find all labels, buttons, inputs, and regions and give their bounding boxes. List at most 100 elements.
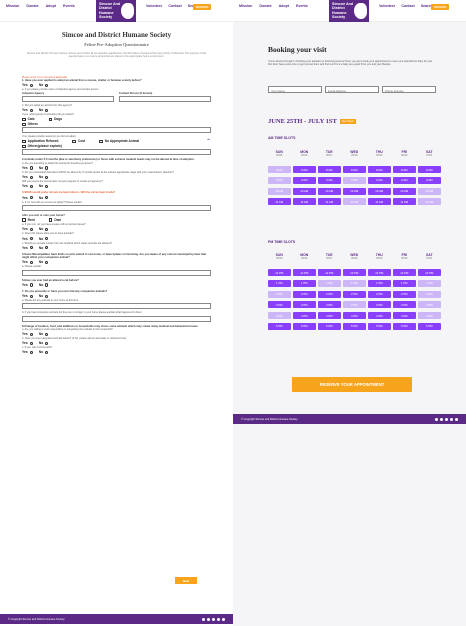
nav-link[interactable]: Adopt [46,4,56,8]
instagram-icon[interactable] [212,617,215,621]
time-slot[interactable]: 10 AM [318,187,341,195]
no-radio[interactable] [45,350,49,355]
no-radio[interactable] [45,175,49,179]
time-slot[interactable]: 3 PM [293,301,316,309]
time-slot[interactable]: 12 PM [293,269,316,276]
no-radio[interactable] [45,341,49,345]
dogs-checkbox[interactable] [48,117,53,122]
no-radio[interactable] [45,283,49,287]
email-input[interactable]: Email Address [325,86,379,93]
facebook-icon[interactable] [435,417,438,421]
time-slot[interactable]: 12 PM [343,269,366,276]
facebook-icon[interactable] [202,617,205,621]
email-icon[interactable] [455,417,458,421]
time-slot[interactable]: 8 AM [318,166,341,173]
time-slot[interactable]: 3 PM [368,301,391,309]
cats-checkbox[interactable] [22,117,26,122]
animals-list-input[interactable] [22,303,211,310]
time-slot[interactable]: 3 PM [393,301,416,309]
nav-link[interactable]: Mission [6,4,19,8]
time-slot[interactable]: 9 AM [318,176,341,184]
time-slot[interactable]: 10 AM [293,187,316,195]
logo[interactable]: Simcoe And District Humane Society [329,0,369,22]
nav-link[interactable]: Donate [26,4,38,8]
yes-radio[interactable] [29,237,33,241]
yes-radio[interactable] [29,332,33,336]
rent-checkbox[interactable] [22,218,26,223]
time-slot[interactable]: 1 PM [293,279,316,287]
next-week-button[interactable]: Next Week [339,119,356,124]
nav-link[interactable]: Contact [168,4,181,8]
time-slot[interactable]: 2 PM [343,290,366,298]
time-slot[interactable]: 2 PM [368,290,391,298]
no-radio[interactable] [45,83,49,88]
refused-checkbox[interactable] [22,139,26,144]
time-slot[interactable]: 9 AM [368,176,391,184]
time-slot[interactable]: 4 PM [318,312,341,320]
time-slot[interactable]: 12 PM [393,269,416,276]
time-slot[interactable]: 12 PM [318,269,341,276]
time-slot[interactable]: 1 PM [368,279,391,287]
time-slot[interactable]: 11 AM [268,198,291,206]
pinterest-icon[interactable] [450,417,453,421]
reason-input[interactable] [22,149,211,156]
nav-link[interactable]: Events [63,4,75,8]
time-slot[interactable]: 5 PM [293,322,316,330]
no-radio[interactable] [45,237,49,241]
time-slot[interactable]: 4 PM [343,312,366,320]
others-input[interactable] [22,127,211,134]
others-explain-checkbox[interactable] [22,144,26,149]
yes-radio[interactable] [29,184,33,189]
agency-input[interactable] [22,95,114,102]
time-slot[interactable]: 12 PM [368,269,391,276]
yes-radio[interactable] [29,196,33,200]
time-slot[interactable]: 10 AM [368,187,391,195]
time-slot[interactable]: 11 AM [293,198,316,206]
instagram-icon[interactable] [445,417,448,421]
time-slot[interactable]: 1 PM [393,279,416,287]
time-slot[interactable]: 4 PM [293,312,316,320]
nav-link[interactable]: Adopt [279,4,289,8]
contact-input[interactable] [119,95,211,102]
time-slot[interactable]: 5 PM [368,322,391,330]
no-radio[interactable] [45,184,49,189]
time-slot[interactable]: 8 AM [293,166,316,173]
time-slot[interactable]: 12 PM [268,269,291,276]
yes-radio[interactable] [29,246,33,250]
time-slot[interactable]: 3 PM [268,301,291,309]
nav-link[interactable]: Contact [401,4,414,8]
time-slot[interactable]: 5 PM [343,322,366,330]
yes-radio[interactable] [29,341,33,345]
time-slot[interactable]: 5 PM [318,322,341,330]
yes-radio[interactable] [29,166,33,170]
yes-radio[interactable] [29,108,33,112]
time-slot[interactable]: 12 PM [418,269,441,276]
safety-input[interactable] [22,204,211,211]
nav-link[interactable]: Mission [239,4,252,8]
time-slot[interactable]: 5 PM [418,322,441,330]
yes-radio[interactable] [29,260,33,265]
reserve-button[interactable]: RESERVE YOUR APPOINTMENT [292,377,412,392]
no-radio[interactable] [45,227,49,232]
time-slot[interactable]: 10 AM [343,187,366,195]
no-radio[interactable] [45,260,49,265]
time-slot[interactable]: 8 AM [418,166,441,173]
own-checkbox[interactable] [48,218,53,223]
nav-link[interactable]: Volunteer [146,4,162,8]
twitter-icon[interactable] [440,417,443,421]
yes-radio[interactable] [29,83,33,88]
yes-radio[interactable] [29,175,33,179]
others-checkbox[interactable] [22,122,26,127]
no-radio[interactable] [45,108,49,112]
yes-radio[interactable] [29,227,33,232]
email-icon[interactable] [222,617,225,621]
time-slot[interactable]: 8 AM [343,166,366,173]
yes-radio[interactable] [29,283,33,287]
donate-button[interactable]: DONATE [193,4,212,10]
time-slot[interactable]: 3 PM [318,301,341,309]
time-slot[interactable]: 11 AM [368,198,391,206]
time-slot[interactable]: 9 AM [393,176,416,184]
time-slot[interactable]: 9 AM [293,176,316,184]
time-slot[interactable]: 5 PM [393,322,416,330]
cost-checkbox[interactable] [72,139,77,144]
